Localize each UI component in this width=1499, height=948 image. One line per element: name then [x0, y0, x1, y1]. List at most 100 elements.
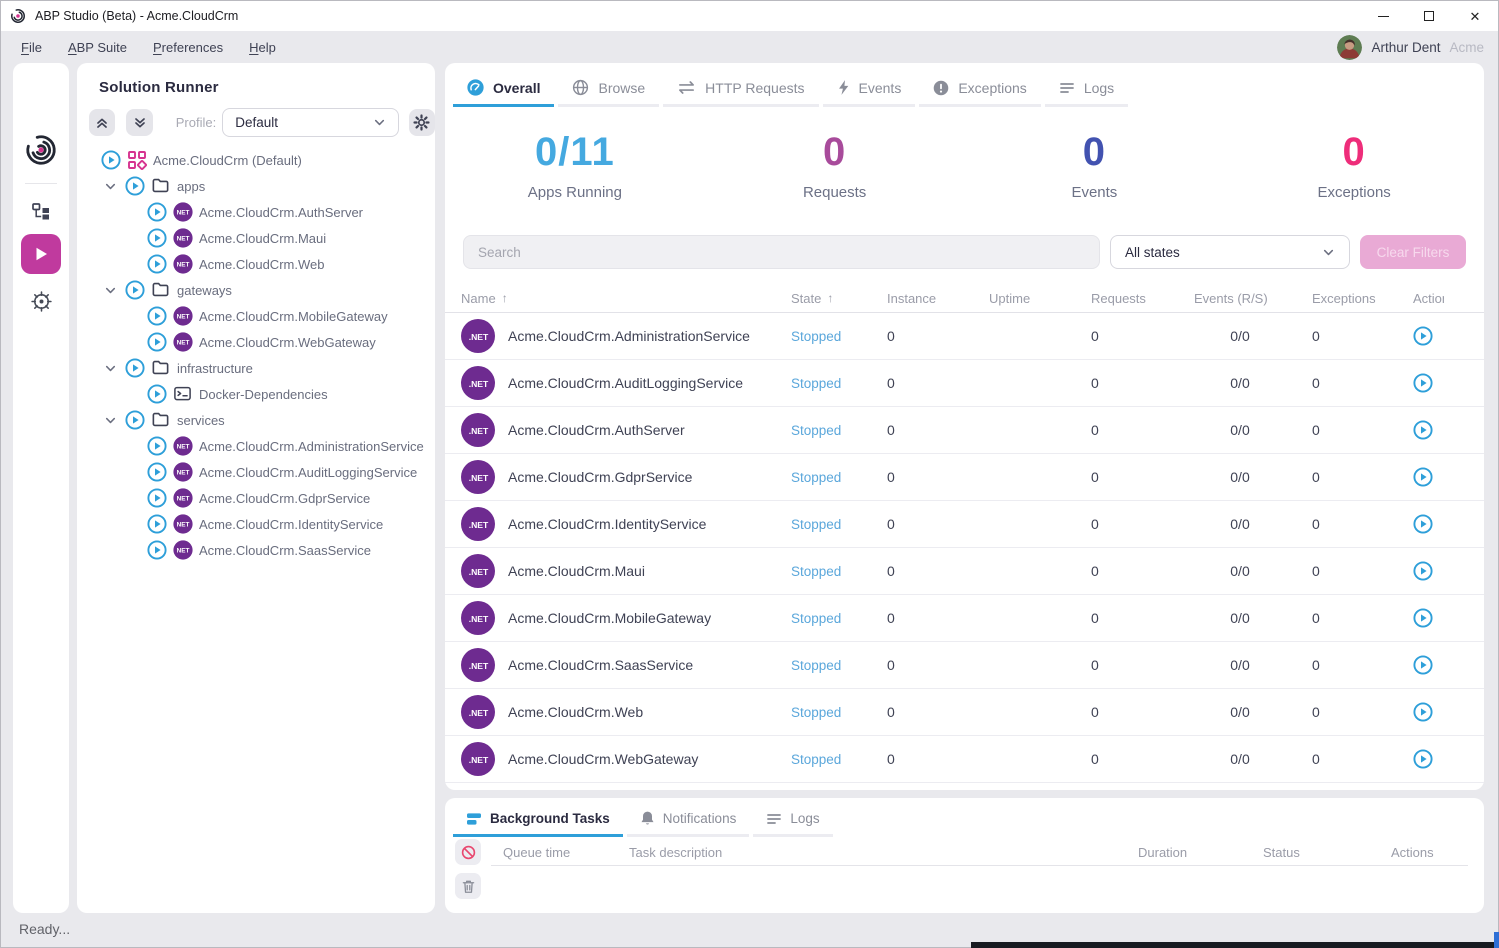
- tree-item[interactable]: NET Acme.CloudCrm.GdprService: [77, 485, 435, 511]
- tree-item[interactable]: NET Acme.CloudCrm.AdministrationService: [77, 433, 435, 459]
- column-uptime[interactable]: Uptime: [989, 291, 1091, 306]
- menu-help[interactable]: Help: [249, 40, 276, 55]
- tree-item[interactable]: NET Acme.CloudCrm.IdentityService: [77, 511, 435, 537]
- chevron-down-icon[interactable]: [101, 414, 119, 427]
- play-icon[interactable]: [147, 306, 167, 326]
- start-service-button[interactable]: [1413, 465, 1437, 489]
- table-row[interactable]: .NET Acme.CloudCrm.GdprService Stopped 0…: [445, 454, 1484, 501]
- tab-logs[interactable]: Logs: [1045, 73, 1128, 107]
- table-row[interactable]: .NET Acme.CloudCrm.Web Stopped 0 0 0/0 0: [445, 689, 1484, 736]
- play-icon[interactable]: [147, 332, 167, 352]
- start-service-button[interactable]: [1413, 700, 1437, 724]
- tree-item-label: Docker-Dependencies: [199, 387, 328, 402]
- play-icon[interactable]: [125, 280, 145, 300]
- svg-text:.NET: .NET: [469, 520, 489, 530]
- play-icon[interactable]: [147, 514, 167, 534]
- play-icon[interactable]: [147, 540, 167, 560]
- start-service-button[interactable]: [1413, 747, 1437, 771]
- play-icon[interactable]: [147, 384, 167, 404]
- tree-item[interactable]: NET Acme.CloudCrm.MobileGateway: [77, 303, 435, 329]
- start-service-button[interactable]: [1413, 606, 1437, 630]
- tab-exceptions[interactable]: Exceptions: [919, 73, 1040, 107]
- play-icon[interactable]: [147, 462, 167, 482]
- menu-file[interactable]: File: [21, 40, 42, 55]
- solution-runner-button[interactable]: [21, 234, 61, 274]
- close-button[interactable]: ✕: [1452, 1, 1498, 31]
- tab-http-requests[interactable]: HTTP Requests: [663, 73, 818, 107]
- table-row[interactable]: .NET Acme.CloudCrm.AdministrationService…: [445, 313, 1484, 360]
- start-service-button[interactable]: [1413, 512, 1437, 536]
- tree-item[interactable]: Acme.CloudCrm (Default): [77, 147, 435, 173]
- state-badge: Stopped: [791, 658, 887, 673]
- start-service-button[interactable]: [1413, 559, 1437, 583]
- column-events[interactable]: Events (R/S): [1194, 291, 1312, 306]
- maximize-button[interactable]: [1406, 1, 1452, 31]
- table-row[interactable]: .NET Acme.CloudCrm.WebGateway Stopped 0 …: [445, 736, 1484, 783]
- tree-item[interactable]: gateways: [77, 277, 435, 303]
- play-icon[interactable]: [147, 228, 167, 248]
- expand-all-button[interactable]: [126, 109, 152, 136]
- tree-item-label: Acme.CloudCrm.SaasService: [199, 543, 371, 558]
- clear-filters-button[interactable]: Clear Filters: [1360, 235, 1466, 269]
- tree-item[interactable]: NET Acme.CloudCrm.Maui: [77, 225, 435, 251]
- play-icon[interactable]: [147, 488, 167, 508]
- column-exceptions[interactable]: Exceptions: [1312, 291, 1413, 306]
- tree-item[interactable]: infrastructure: [77, 355, 435, 381]
- chevron-down-icon[interactable]: [101, 362, 119, 375]
- tab-overall[interactable]: Overall: [453, 73, 554, 107]
- tab-events[interactable]: Events: [823, 73, 916, 107]
- column-requests[interactable]: Requests: [1091, 291, 1194, 306]
- play-icon[interactable]: [101, 150, 121, 170]
- start-service-button[interactable]: [1413, 653, 1437, 677]
- play-icon[interactable]: [125, 358, 145, 378]
- menu-preferences[interactable]: Preferences: [153, 40, 223, 55]
- tree-item[interactable]: Docker-Dependencies: [77, 381, 435, 407]
- tree-item[interactable]: NET Acme.CloudCrm.SaasService: [77, 537, 435, 563]
- tree-item[interactable]: NET Acme.CloudCrm.Web: [77, 251, 435, 277]
- start-service-button[interactable]: [1413, 418, 1437, 442]
- minimize-icon: [1378, 16, 1389, 17]
- user-chip[interactable]: Arthur Dent Acme: [1337, 31, 1484, 63]
- table-row[interactable]: .NET Acme.CloudCrm.AuthServer Stopped 0 …: [445, 407, 1484, 454]
- tree-item[interactable]: services: [77, 407, 435, 433]
- tree-item[interactable]: NET Acme.CloudCrm.AuthServer: [77, 199, 435, 225]
- play-icon[interactable]: [147, 202, 167, 222]
- tab-browse[interactable]: Browse: [558, 73, 659, 107]
- table-row[interactable]: .NET Acme.CloudCrm.MobileGateway Stopped…: [445, 595, 1484, 642]
- profile-settings-button[interactable]: [409, 109, 435, 136]
- kubernetes-button[interactable]: [21, 281, 61, 321]
- minimize-button[interactable]: [1360, 1, 1406, 31]
- chevron-down-icon[interactable]: [101, 284, 119, 297]
- collapse-all-button[interactable]: [89, 109, 115, 136]
- table-row[interactable]: .NET Acme.CloudCrm.IdentityService Stopp…: [445, 501, 1484, 548]
- table-row[interactable]: .NET Acme.CloudCrm.Maui Stopped 0 0 0/0 …: [445, 548, 1484, 595]
- play-icon[interactable]: [147, 254, 167, 274]
- tab-bottom-logs[interactable]: Logs: [753, 805, 832, 837]
- cancel-tasks-button[interactable]: [455, 839, 481, 865]
- column-instance[interactable]: Instance: [887, 291, 989, 306]
- play-icon[interactable]: [125, 176, 145, 196]
- solution-explorer-button[interactable]: [21, 191, 61, 231]
- column-actions[interactable]: Actions: [1413, 291, 1484, 306]
- column-name[interactable]: Name↑: [461, 291, 791, 306]
- tree-item[interactable]: NET Acme.CloudCrm.WebGateway: [77, 329, 435, 355]
- requests-count: 0: [1091, 516, 1194, 532]
- start-service-button[interactable]: [1413, 371, 1437, 395]
- chevron-down-icon[interactable]: [101, 180, 119, 193]
- column-state[interactable]: State↑: [791, 291, 887, 306]
- tree-item[interactable]: NET Acme.CloudCrm.AuditLoggingService: [77, 459, 435, 485]
- play-icon[interactable]: [125, 410, 145, 430]
- menu-abp-suite[interactable]: ABP Suite: [68, 40, 127, 55]
- start-service-button[interactable]: [1413, 324, 1437, 348]
- state-filter-select[interactable]: All states: [1110, 235, 1350, 269]
- title-bar[interactable]: ABP Studio (Beta) - Acme.CloudCrm ✕: [1, 1, 1498, 31]
- table-row[interactable]: .NET Acme.CloudCrm.SaasService Stopped 0…: [445, 642, 1484, 689]
- profile-select[interactable]: Default: [222, 108, 398, 137]
- clear-tasks-button[interactable]: [455, 873, 481, 899]
- tab-notifications[interactable]: Notifications: [627, 805, 750, 837]
- table-row[interactable]: .NET Acme.CloudCrm.AuditLoggingService S…: [445, 360, 1484, 407]
- tree-item[interactable]: apps: [77, 173, 435, 199]
- search-input[interactable]: [463, 235, 1100, 269]
- play-icon[interactable]: [147, 436, 167, 456]
- tab-background-tasks[interactable]: Background Tasks: [453, 805, 623, 837]
